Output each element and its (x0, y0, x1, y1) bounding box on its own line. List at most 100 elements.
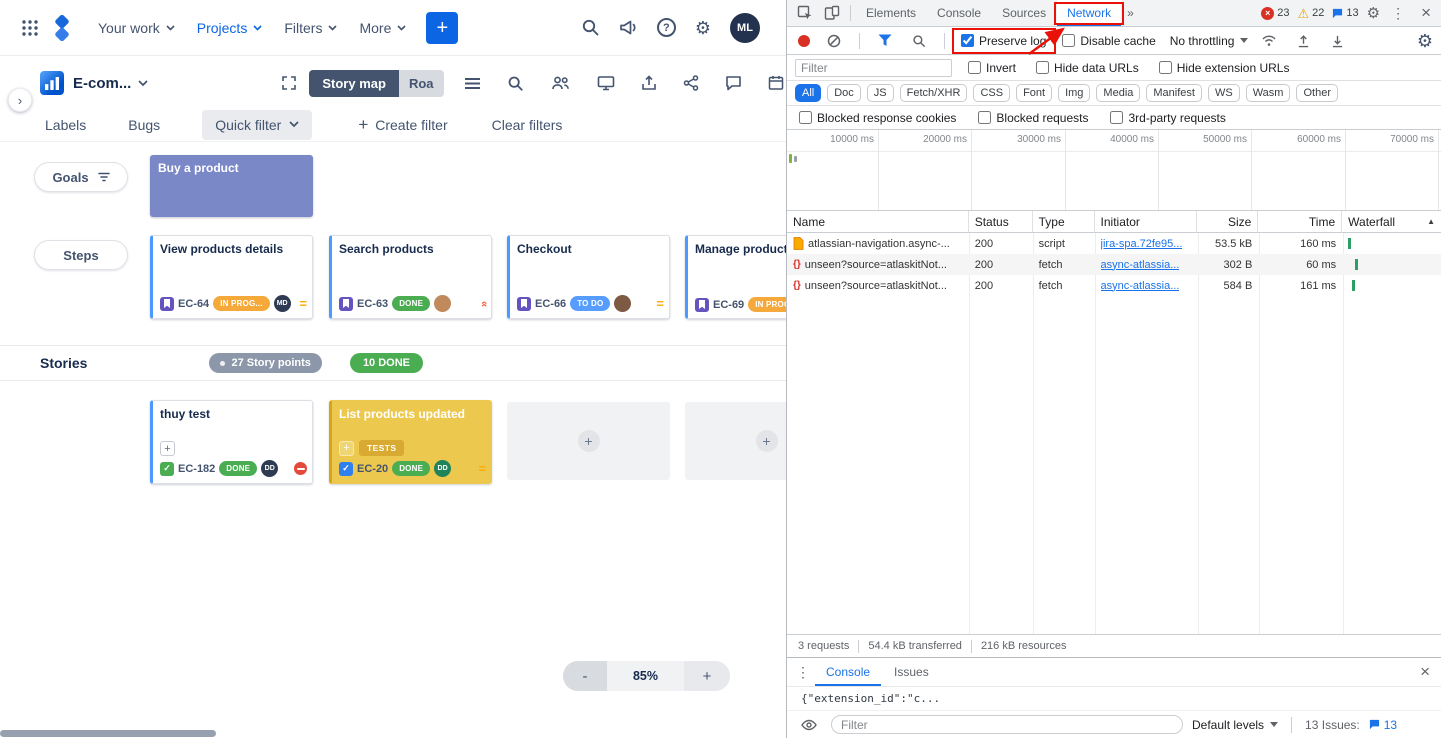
help-icon[interactable]: ? (657, 18, 676, 37)
search-icon[interactable] (581, 18, 600, 37)
network-settings-icon[interactable]: ⚙ (1417, 32, 1433, 50)
column-header-initiator[interactable]: Initiator (1095, 211, 1198, 232)
type-filter-font[interactable]: Font (1016, 84, 1052, 102)
throttling-dropdown[interactable]: No throttling (1170, 34, 1249, 48)
disable-cache-input[interactable] (1062, 34, 1075, 47)
assignee-avatar[interactable] (614, 295, 631, 312)
network-request-row[interactable]: atlassian-navigation.async-... 200 scrip… (787, 233, 1441, 254)
display-icon[interactable] (597, 75, 615, 91)
devtools-menu-icon[interactable]: ⋮ (1388, 5, 1408, 22)
zoom-out-button[interactable]: - (563, 661, 607, 691)
type-filter-wasm[interactable]: Wasm (1246, 84, 1291, 102)
drawer-menu-icon[interactable]: ⋮ (793, 664, 813, 681)
app-switcher-icon[interactable] (14, 12, 46, 44)
assignee-avatar[interactable]: DD (261, 460, 278, 477)
column-header-name[interactable]: Name (787, 211, 969, 232)
zoom-in-button[interactable]: + (684, 661, 730, 691)
column-header-type[interactable]: Type (1033, 211, 1095, 232)
tab-sources[interactable]: Sources (992, 0, 1056, 26)
add-label-button[interactable]: + (160, 441, 175, 456)
live-expression-eye-icon[interactable] (796, 714, 822, 736)
step-card[interactable]: Search products EC-63 DONE « (329, 235, 492, 319)
story-map-toggle[interactable]: Story map (309, 70, 399, 97)
nav-projects[interactable]: Projects (187, 12, 273, 44)
add-card-button[interactable]: + (578, 430, 600, 452)
request-initiator-link[interactable]: jira-spa.72fe95... (1101, 238, 1183, 250)
type-filter-all[interactable]: All (795, 84, 821, 102)
add-card-button[interactable]: + (756, 430, 778, 452)
hide-data-urls-checkbox[interactable]: Hide data URLs (1032, 58, 1143, 78)
tab-console[interactable]: Console (927, 0, 991, 26)
project-switcher-chevron-icon[interactable] (138, 80, 148, 87)
assignee-avatar[interactable]: MD (274, 295, 291, 312)
type-filter-img[interactable]: Img (1058, 84, 1090, 102)
blocked-requests-checkbox[interactable]: Blocked requests (974, 108, 1092, 128)
tab-elements[interactable]: Elements (856, 0, 926, 26)
nav-more[interactable]: More (349, 12, 416, 44)
type-filter-js[interactable]: JS (867, 84, 894, 102)
filter-icon[interactable] (872, 30, 898, 52)
people-icon[interactable] (550, 75, 571, 91)
issues-count-badge[interactable]: 13 (1369, 718, 1397, 732)
type-filter-manifest[interactable]: Manifest (1146, 84, 1202, 102)
add-label-button[interactable]: + (339, 441, 354, 456)
type-filter-ws[interactable]: WS (1208, 84, 1240, 102)
nav-filters[interactable]: Filters (274, 12, 347, 44)
nav-your-work[interactable]: Your work (88, 12, 185, 44)
network-request-row[interactable]: {}unseen?source=atlaskitNot... 200 fetch… (787, 275, 1441, 296)
request-initiator-link[interactable]: async-atlassia... (1101, 280, 1180, 292)
bugs-filter[interactable]: Bugs (128, 117, 160, 133)
create-issue-button[interactable]: + (426, 12, 458, 44)
drawer-tab-console[interactable]: Console (815, 658, 881, 686)
invert-checkbox[interactable]: Invert (964, 58, 1020, 78)
preserve-log-input[interactable] (961, 34, 974, 47)
board-search-icon[interactable] (507, 75, 524, 92)
type-filter-other[interactable]: Other (1296, 84, 1338, 102)
import-har-icon[interactable] (1290, 30, 1316, 52)
project-name[interactable]: E-com... (73, 75, 131, 92)
project-avatar[interactable] (40, 71, 64, 95)
network-request-row[interactable]: {}unseen?source=atlaskitNot... 200 fetch… (787, 254, 1441, 275)
hide-extension-urls-checkbox[interactable]: Hide extension URLs (1155, 58, 1294, 78)
more-tabs-icon[interactable]: » (1122, 6, 1139, 20)
clear-network-log-icon[interactable] (821, 30, 847, 52)
blocked-response-cookies-input[interactable] (799, 111, 812, 124)
clear-filters-button[interactable]: Clear filters (492, 117, 563, 133)
devtools-close-icon[interactable]: × (1416, 3, 1436, 23)
step-card[interactable]: Manage products EC-69 IN PROG... (685, 235, 786, 319)
roadmap-toggle[interactable]: Roa (399, 70, 444, 97)
comment-icon[interactable] (725, 75, 742, 91)
rows-icon[interactable] (464, 77, 481, 90)
third-party-requests-input[interactable] (1110, 111, 1123, 124)
record-network-log-icon[interactable] (798, 35, 810, 47)
label-chip[interactable]: TESTS (359, 440, 404, 456)
hide-data-urls-input[interactable] (1036, 61, 1049, 74)
blocked-response-cookies-checkbox[interactable]: Blocked response cookies (795, 108, 960, 128)
warning-count-badge[interactable]: ⚠22 (1297, 7, 1324, 20)
hide-extension-urls-input[interactable] (1159, 61, 1172, 74)
assignee-avatar[interactable] (434, 295, 451, 312)
goals-row-pill[interactable]: Goals (34, 162, 128, 192)
fullscreen-icon[interactable] (281, 75, 297, 91)
create-filter-button[interactable]: + Create filter (358, 116, 447, 133)
drawer-close-icon[interactable]: × (1415, 662, 1435, 682)
column-header-status[interactable]: Status (969, 211, 1033, 232)
devtools-settings-icon[interactable]: ⚙ (1367, 6, 1380, 21)
network-conditions-icon[interactable] (1256, 30, 1282, 52)
type-filter-media[interactable]: Media (1096, 84, 1140, 102)
search-network-icon[interactable] (906, 30, 932, 52)
device-toolbar-icon[interactable] (819, 2, 845, 24)
request-initiator-link[interactable]: async-atlassia... (1101, 259, 1180, 271)
step-card[interactable]: View products details EC-64 IN PROG... M… (150, 235, 313, 319)
console-filter-input[interactable] (831, 715, 1183, 734)
invert-input[interactable] (968, 61, 981, 74)
type-filter-css[interactable]: CSS (973, 84, 1010, 102)
drawer-tab-issues[interactable]: Issues (883, 658, 940, 686)
export-har-icon[interactable] (1324, 30, 1350, 52)
expand-sidebar-button[interactable]: › (8, 88, 32, 112)
jira-logo[interactable] (46, 12, 78, 44)
labels-filter[interactable]: Labels (45, 117, 86, 133)
story-card[interactable]: thuy test + ✓ EC-182 DONE DD (150, 400, 313, 484)
horizontal-scrollbar[interactable] (0, 730, 216, 737)
assignee-avatar[interactable]: DD (434, 460, 451, 477)
